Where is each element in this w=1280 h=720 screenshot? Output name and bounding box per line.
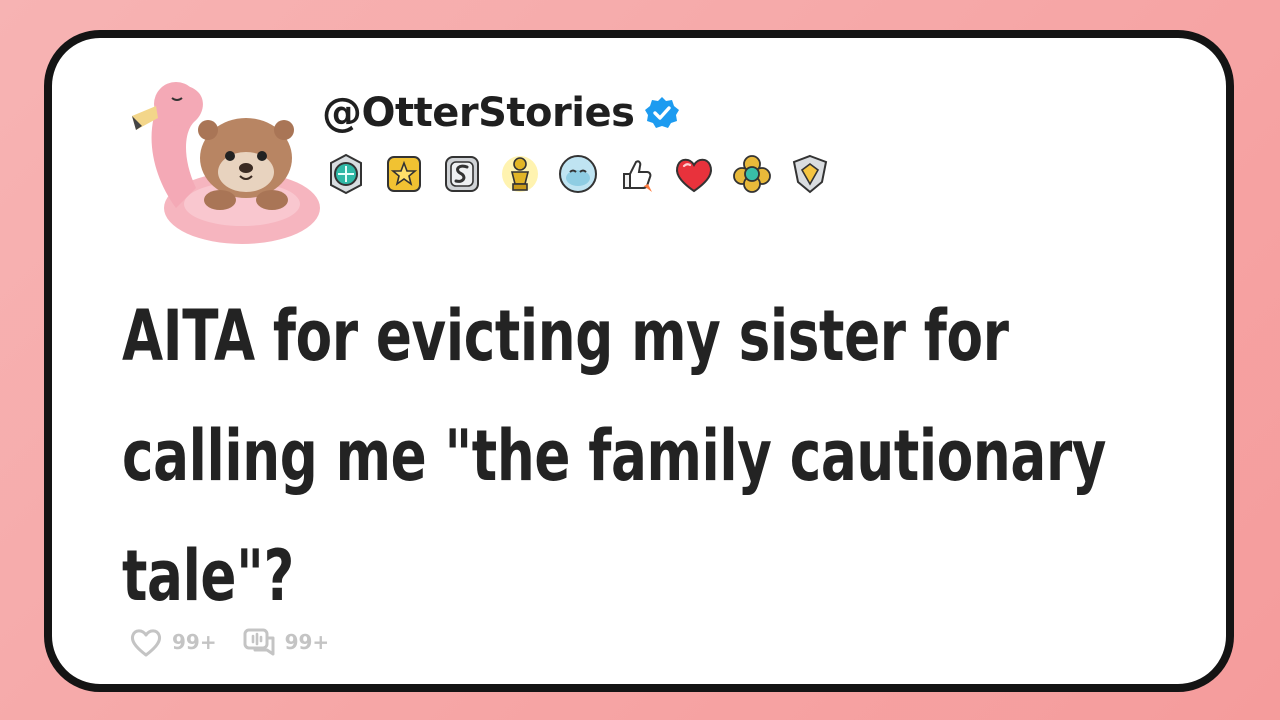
gold-trophy-figure-award-icon[interactable]: [498, 152, 542, 196]
username[interactable]: @OtterStories: [322, 90, 635, 136]
verified-check-icon: [645, 97, 680, 128]
thumbs-up-rocket-award-icon[interactable]: [614, 152, 658, 196]
post-header: @OtterStories: [322, 90, 680, 136]
silver-shield-award-icon[interactable]: [788, 152, 832, 196]
comment-bubble-icon[interactable]: [241, 624, 277, 660]
gold-clover-award-icon[interactable]: [730, 152, 774, 196]
gold-star-award-icon[interactable]: [382, 152, 426, 196]
blue-face-award-icon[interactable]: [556, 152, 600, 196]
heart-outline-icon[interactable]: [128, 624, 164, 660]
like-count: 99+: [172, 630, 217, 654]
avatar[interactable]: [124, 58, 324, 258]
award-badges: [324, 152, 832, 196]
engagement-stats: 99+ 99+: [128, 624, 329, 660]
post-title[interactable]: AITA for evicting my sister for calling …: [122, 276, 1209, 636]
red-heart-award-icon[interactable]: [672, 152, 716, 196]
teal-gem-award-icon[interactable]: [324, 152, 368, 196]
otter-on-flamingo-float-icon: [132, 82, 320, 244]
comment-count: 99+: [284, 630, 330, 654]
silver-s-award-icon[interactable]: [440, 152, 484, 196]
post-card: @OtterStories AITA for evicting my siste…: [44, 30, 1234, 692]
